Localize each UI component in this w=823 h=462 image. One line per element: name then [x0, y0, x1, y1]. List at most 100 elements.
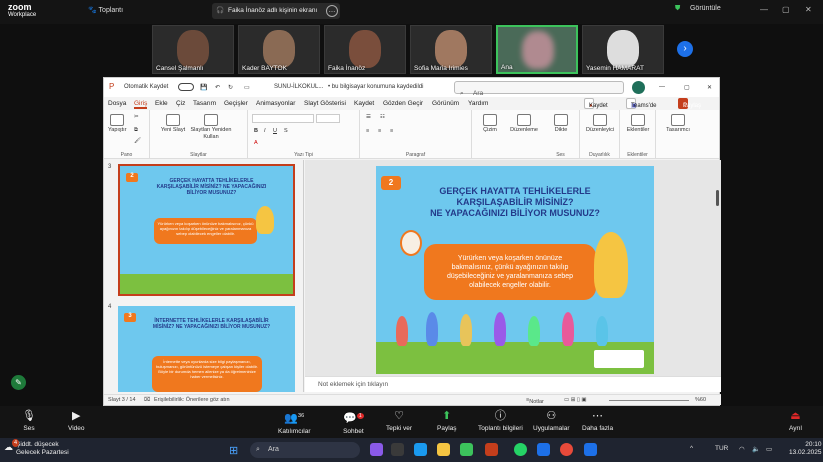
dictate-button[interactable]: Dikte: [550, 114, 572, 134]
windows-start-icon[interactable]: ⊞: [229, 444, 238, 457]
menu-slideshow[interactable]: Slayt Gösterisi: [304, 100, 346, 107]
new-slide-button[interactable]: Yeni Slayt: [158, 114, 188, 134]
folder-icon[interactable]: [437, 443, 450, 456]
shadow-icon[interactable]: S: [284, 128, 288, 135]
designer-button[interactable]: Tasarımcı: [660, 114, 696, 134]
wifi-icon[interactable]: ◠: [739, 445, 745, 453]
more-options-icon[interactable]: …: [326, 5, 338, 17]
reuse-slides-button[interactable]: Slaytları Yeniden Kullan: [190, 114, 232, 141]
menu-design[interactable]: Tasarım: [193, 100, 216, 107]
app-icon[interactable]: [370, 443, 383, 456]
menu-file[interactable]: Dosya: [108, 100, 126, 107]
search-input[interactable]: ⌕ Ara: [454, 81, 624, 97]
menu-draw[interactable]: Çiz: [176, 100, 185, 107]
close-icon[interactable]: ✕: [707, 84, 712, 91]
undo-icon[interactable]: ↶: [215, 84, 220, 91]
editor-button[interactable]: Düzenleyici: [582, 114, 618, 134]
clock[interactable]: 20:10 13.02.2025: [789, 441, 822, 457]
align-center-icon[interactable]: ≡: [378, 128, 381, 135]
underline-icon[interactable]: U: [273, 128, 277, 135]
apps-button[interactable]: ⚇ Uygulamalar: [533, 409, 570, 432]
paste-button[interactable]: Yapıştır: [108, 114, 127, 134]
align-right-icon[interactable]: ≡: [390, 128, 393, 135]
scrollbar[interactable]: [716, 190, 719, 206]
battery-icon[interactable]: ▭: [766, 445, 772, 453]
font-size-field[interactable]: [316, 114, 340, 123]
speaker-icon[interactable]: 🔈: [752, 445, 760, 453]
current-slide[interactable]: 2 GERÇEK HAYATTA TEHLİKELERLE KARŞILAŞAB…: [376, 166, 654, 374]
view-normal-icon[interactable]: ▭ ⊞ ▯ ▣: [564, 397, 587, 403]
addins-button[interactable]: Eklentiler: [622, 114, 654, 134]
chrome-icon[interactable]: [560, 443, 573, 456]
participant-tile[interactable]: Faika İnanöz: [324, 25, 406, 74]
spellcheck-icon[interactable]: ⌧: [144, 397, 150, 403]
menu-review[interactable]: Gözden Geçir: [383, 100, 423, 107]
participants-button[interactable]: 👥36 Katılımcılar: [278, 409, 311, 435]
meeting-menu[interactable]: 🐾 Toplantı: [88, 6, 123, 14]
screen-share-banner[interactable]: 🎧 Faika İnanöz adlı kişinin ekranı …: [212, 3, 340, 19]
meeting-info-button[interactable]: ⓘ Toplantı bilgileri: [478, 409, 523, 432]
zoom-slider[interactable]: [609, 400, 689, 401]
italic-icon[interactable]: I: [264, 128, 266, 135]
bold-icon[interactable]: B: [254, 128, 258, 135]
participant-tile-active[interactable]: Ana: [496, 25, 578, 74]
zoom-app-icon[interactable]: [537, 443, 550, 456]
close-icon[interactable]: ✕: [805, 5, 812, 14]
menu-help[interactable]: Yardım: [468, 100, 488, 107]
app-icon[interactable]: [391, 443, 404, 456]
app-icon[interactable]: [584, 443, 597, 456]
arrange-button[interactable]: Düzenleme: [506, 114, 542, 134]
numbering-icon[interactable]: ☷: [380, 114, 385, 121]
annotate-icon[interactable]: ✎: [11, 375, 26, 390]
format-painter-icon[interactable]: 🖌: [134, 138, 141, 145]
save-icon[interactable]: 💾: [200, 84, 207, 91]
record-button[interactable]: ● Kaydet: [584, 98, 608, 109]
menu-animations[interactable]: Animasyonlar: [256, 100, 295, 107]
drawing-button[interactable]: Çizim: [476, 114, 504, 134]
leave-button[interactable]: ⏏ Ayrıl: [789, 409, 802, 432]
edge-icon[interactable]: [414, 443, 427, 456]
weather-widget[interactable]: ☁ 4 Şiddt. düşecek Gelecek Pazartesi: [4, 439, 69, 457]
notes-pane[interactable]: Not eklemek için tıklayın: [305, 376, 721, 392]
audio-button[interactable]: 🎙 Ses: [22, 409, 36, 432]
participant-tile[interactable]: Sofia Maria Irimies: [410, 25, 492, 74]
whatsapp-icon[interactable]: [514, 443, 527, 456]
react-button[interactable]: ♡ Tepki ver: [386, 409, 412, 432]
menu-transitions[interactable]: Geçişler: [224, 100, 248, 107]
chat-button[interactable]: 💬 1 Sohbet: [343, 409, 364, 435]
copy-icon[interactable]: ⧉: [134, 127, 138, 134]
more-button[interactable]: ⋯ Daha fazla: [582, 409, 613, 432]
redo-icon[interactable]: ↻: [228, 84, 233, 91]
menu-view[interactable]: Görünüm: [432, 100, 459, 107]
participant-tile[interactable]: Kader BAYTOK: [238, 25, 320, 74]
participant-tile[interactable]: Cansel Şalmanlı: [152, 25, 234, 74]
taskbar-search[interactable]: ⌕ Ara: [250, 442, 360, 458]
notes-button[interactable]: ≡ Notlar: [526, 397, 544, 405]
minimize-icon[interactable]: —: [760, 5, 768, 14]
share-screen-button[interactable]: ⬆ Paylaş: [437, 409, 457, 432]
maximize-icon[interactable]: ▢: [684, 84, 690, 91]
menu-record[interactable]: Kaydet: [354, 100, 374, 107]
cut-icon[interactable]: ✂: [134, 114, 139, 121]
menu-insert[interactable]: Ekle: [155, 100, 168, 107]
align-left-icon[interactable]: ≡: [366, 128, 369, 135]
tray-overflow-icon[interactable]: ^: [690, 445, 693, 452]
share-button[interactable]: ⇪ Paylaş: [678, 98, 701, 109]
slide-editor[interactable]: 2 GERÇEK HAYATTA TEHLİKELERLE KARŞILAŞAB…: [305, 160, 721, 376]
slide-thumbnail[interactable]: 2 GERÇEK HAYATTA TEHLİKELERLE KARŞILAŞAB…: [118, 164, 295, 296]
chrome-icon[interactable]: [460, 443, 473, 456]
minimize-icon[interactable]: —: [659, 84, 665, 90]
slide-thumbnail[interactable]: 3 İNTERNETTE TEHLİKELERLE KARŞILAŞABİLİR…: [118, 306, 295, 392]
font-color-icon[interactable]: A: [254, 140, 258, 147]
bullets-icon[interactable]: ☰: [366, 114, 371, 121]
maximize-icon[interactable]: ▢: [782, 5, 790, 14]
slideshow-icon[interactable]: ▭: [244, 84, 250, 91]
video-button[interactable]: ▶ Video: [68, 409, 85, 432]
autosave-toggle[interactable]: [178, 83, 194, 91]
powerpoint-icon[interactable]: [485, 443, 498, 456]
menu-home[interactable]: Giriş: [134, 100, 148, 109]
present-in-teams-button[interactable]: ▣Teams'de Sun: [626, 98, 657, 118]
participant-tile[interactable]: Yasemin HAMARAT: [582, 25, 664, 74]
font-name-field[interactable]: [252, 114, 314, 123]
avatar[interactable]: [632, 81, 645, 94]
